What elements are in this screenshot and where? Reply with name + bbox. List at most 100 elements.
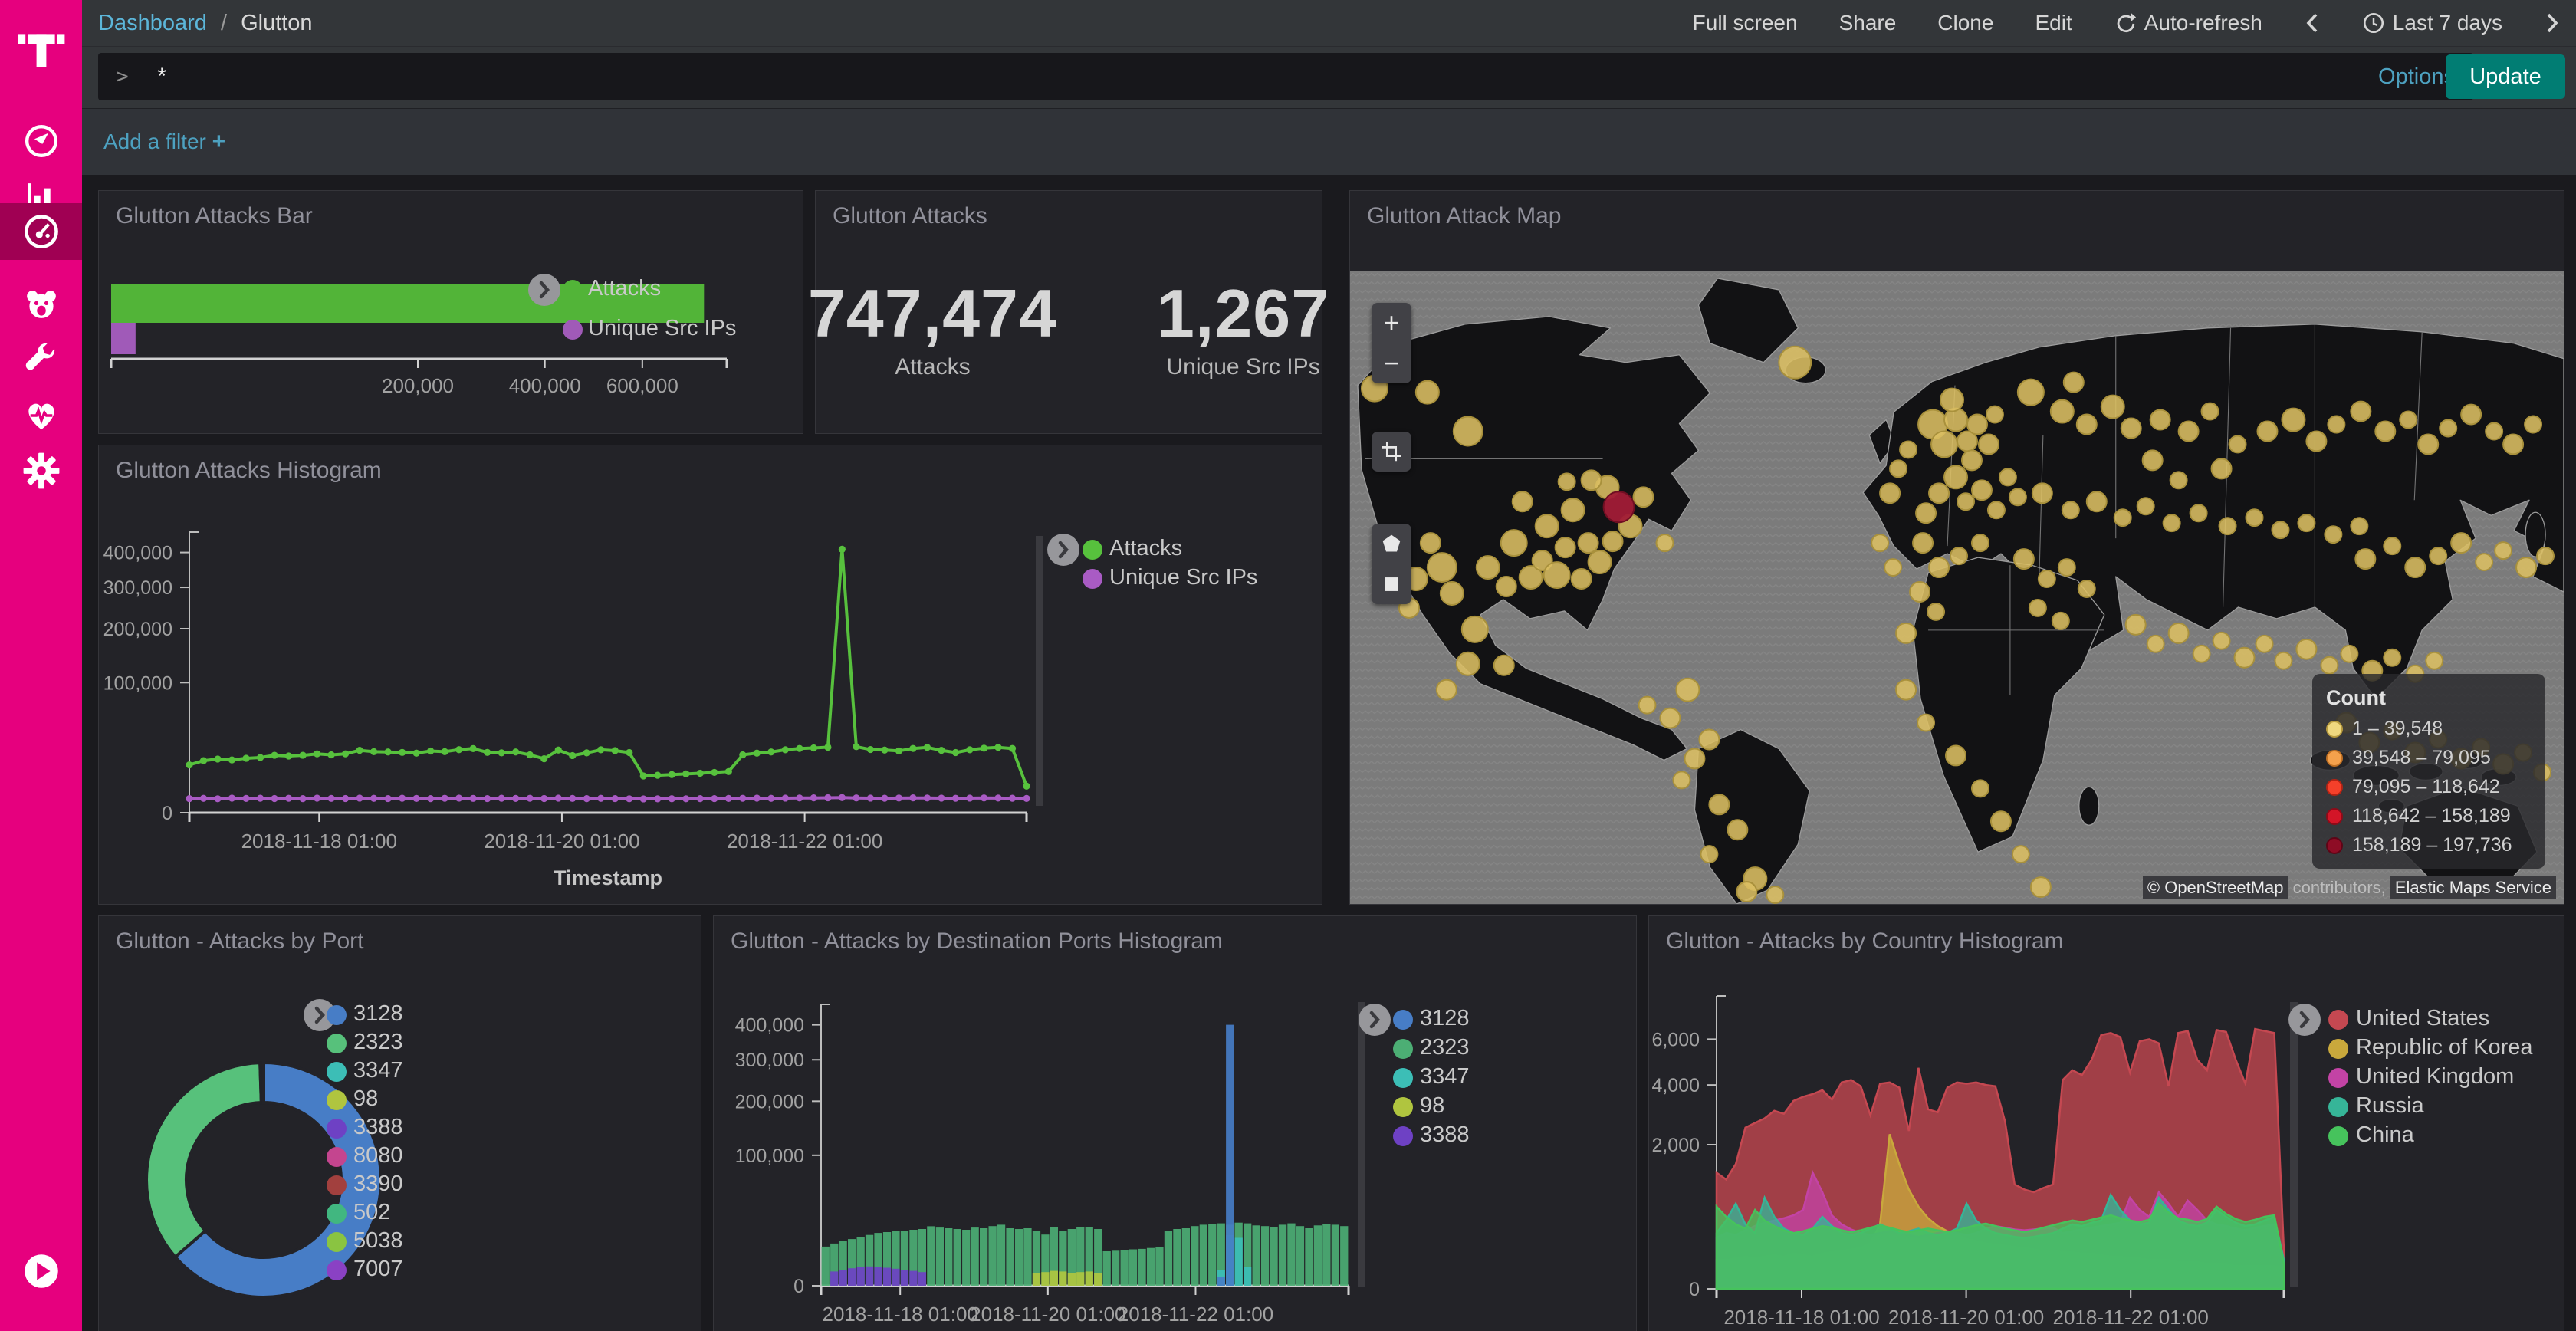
legend-item-502[interactable]: 502 xyxy=(353,1200,390,1225)
sidebar-item-monitoring[interactable] xyxy=(0,388,82,443)
attack-bubble xyxy=(2229,435,2246,452)
clone-button[interactable]: Clone xyxy=(1937,11,1993,35)
world-map[interactable]: + − Count 1 – 39,54839,548 – 79,09579,09… xyxy=(1350,271,2564,904)
attack-bubble xyxy=(1737,882,1756,902)
legend-item-United Kingdom[interactable]: United Kingdom xyxy=(2356,1064,2514,1089)
attacks-histogram-chart: 0100,000200,000300,000400,0002018-11-18 … xyxy=(99,445,1322,904)
attack-bubble xyxy=(1676,679,1699,702)
map-draw-polygon-button[interactable] xyxy=(1372,524,1411,564)
panel-attacks-histogram: Glutton Attacks Histogram 0100,000200,00… xyxy=(98,445,1322,905)
attack-bubble xyxy=(2077,415,2097,435)
map-zoom-out-button[interactable]: − xyxy=(1372,343,1411,383)
attack-bubble xyxy=(2525,416,2542,433)
map-attribution-link[interactable]: © OpenStreetMap xyxy=(2143,876,2288,899)
attack-bubble xyxy=(1910,582,1930,602)
attack-bubble xyxy=(2430,547,2446,564)
legend-toggle-icon[interactable] xyxy=(1047,534,1079,566)
legend-item-3347[interactable]: 3347 xyxy=(1420,1064,1470,1089)
attack-bubble xyxy=(2029,600,2046,616)
attack-bubble xyxy=(1589,550,1612,573)
legend-toggle-icon[interactable] xyxy=(528,274,560,306)
attack-bubble xyxy=(1421,533,1441,553)
breadcrumb-dashboard-link[interactable]: Dashboard xyxy=(98,11,207,35)
legend-item-7007[interactable]: 7007 xyxy=(353,1257,403,1282)
attack-bubble xyxy=(1513,491,1533,511)
attack-bubble xyxy=(1986,406,2003,423)
map-legend-label: 39,548 – 79,095 xyxy=(2352,747,2491,769)
plus-icon: + xyxy=(212,129,226,154)
sidebar-item-honeypot[interactable] xyxy=(0,278,82,333)
panel-country-histogram: Glutton - Attacks by Country Histogram 0… xyxy=(1648,915,2564,1331)
sidebar-item-dashboard[interactable] xyxy=(0,203,82,260)
panel-attack-map: Glutton Attack Map xyxy=(1349,190,2564,905)
legend-item-China[interactable]: China xyxy=(2356,1122,2414,1148)
legend-item-3347[interactable]: 3347 xyxy=(353,1058,403,1083)
legend-item-Russia[interactable]: Russia xyxy=(2356,1093,2424,1119)
edit-button[interactable]: Edit xyxy=(2035,11,2072,35)
sidebar-item-dev-tools[interactable] xyxy=(0,333,82,388)
sidebar-item-discover[interactable] xyxy=(0,113,82,169)
attack-bubble xyxy=(1991,811,2011,831)
update-button[interactable]: Update xyxy=(2446,54,2565,99)
time-range-button[interactable]: Last 7 days xyxy=(2362,11,2502,35)
legend-item-5038[interactable]: 5038 xyxy=(353,1228,403,1254)
legend-item-Unique Src IPs[interactable]: Unique Src IPs xyxy=(588,316,736,341)
attack-bubble xyxy=(1501,530,1527,556)
share-button[interactable]: Share xyxy=(1839,11,1897,35)
legend-item-3128[interactable]: 3128 xyxy=(353,1001,403,1027)
add-filter-button[interactable]: Add a filter + xyxy=(104,129,225,155)
map-legend-swatch xyxy=(2326,750,2343,767)
legend-item-Unique Src IPs[interactable]: Unique Src IPs xyxy=(1109,565,1257,590)
legend-item-Republic of Korea[interactable]: Republic of Korea xyxy=(2356,1035,2533,1060)
legend-swatch xyxy=(2328,1126,2348,1146)
legend-item-8080[interactable]: 8080 xyxy=(353,1143,403,1168)
attack-bubble xyxy=(2202,403,2219,420)
legend-item-3388[interactable]: 3388 xyxy=(353,1115,403,1140)
map-zoom-in-button[interactable]: + xyxy=(1372,303,1411,343)
legend-toggle-icon[interactable] xyxy=(2288,1004,2321,1036)
legend-item-3390[interactable]: 3390 xyxy=(353,1172,403,1197)
map-crop-button[interactable] xyxy=(1372,432,1411,472)
legend-item-3128[interactable]: 3128 xyxy=(1420,1006,1470,1031)
map-legend-swatch xyxy=(2326,721,2343,738)
svg-text:200,000: 200,000 xyxy=(382,374,454,397)
donut-slice-2323[interactable] xyxy=(146,1063,261,1257)
metric-label: Unique Src IPs xyxy=(1157,354,1329,380)
attack-bubble xyxy=(1890,460,1907,477)
legend-item-98[interactable]: 98 xyxy=(353,1086,378,1112)
svg-text:2018-11-18 01:00: 2018-11-18 01:00 xyxy=(823,1303,978,1326)
attack-bubble xyxy=(2170,472,2187,488)
time-back-button[interactable] xyxy=(2304,12,2321,35)
legend-item-98[interactable]: 98 xyxy=(1420,1093,1444,1119)
time-forward-button[interactable] xyxy=(2544,12,2561,35)
auto-refresh-button[interactable]: Auto-refresh xyxy=(2114,11,2262,35)
query-options-link[interactable]: Options xyxy=(2378,64,2455,90)
refresh-icon xyxy=(2114,12,2137,35)
attack-bubble xyxy=(2031,877,2051,897)
gauge-icon xyxy=(21,211,62,252)
tmobile-logo-icon[interactable] xyxy=(0,11,82,84)
map-legend-item: 1 – 39,548 xyxy=(2326,718,2532,740)
legend-item-Attacks[interactable]: Attacks xyxy=(1109,536,1182,561)
svg-text:200,000: 200,000 xyxy=(735,1091,804,1112)
legend-item-3388[interactable]: 3388 xyxy=(1420,1122,1470,1148)
legend-item-2323[interactable]: 2323 xyxy=(1420,1035,1470,1060)
attack-bubble xyxy=(2341,646,2358,662)
search-query-input[interactable]: >_ * Options xyxy=(98,53,2473,100)
legend-swatch xyxy=(1393,1010,1413,1030)
map-attribution-link[interactable]: Elastic Maps Service xyxy=(2390,876,2556,899)
legend-item-Attacks[interactable]: Attacks xyxy=(588,276,661,301)
sidebar-item-management[interactable] xyxy=(0,443,82,498)
legend-item-United States[interactable]: United States xyxy=(2356,1006,2489,1031)
attack-bubble xyxy=(2062,501,2079,518)
legend-swatch xyxy=(327,1232,347,1252)
map-draw-rectangle-button[interactable] xyxy=(1372,564,1411,604)
attack-bubble xyxy=(2405,557,2425,577)
full-screen-button[interactable]: Full screen xyxy=(1693,11,1798,35)
attack-bubble xyxy=(1497,577,1516,596)
legend-toggle-icon[interactable] xyxy=(1359,1004,1391,1036)
sidebar-collapse-button[interactable] xyxy=(0,1244,82,1299)
legend-item-2323[interactable]: 2323 xyxy=(353,1030,403,1055)
attack-bubble xyxy=(2325,526,2341,543)
attack-bubble xyxy=(1900,441,1917,458)
